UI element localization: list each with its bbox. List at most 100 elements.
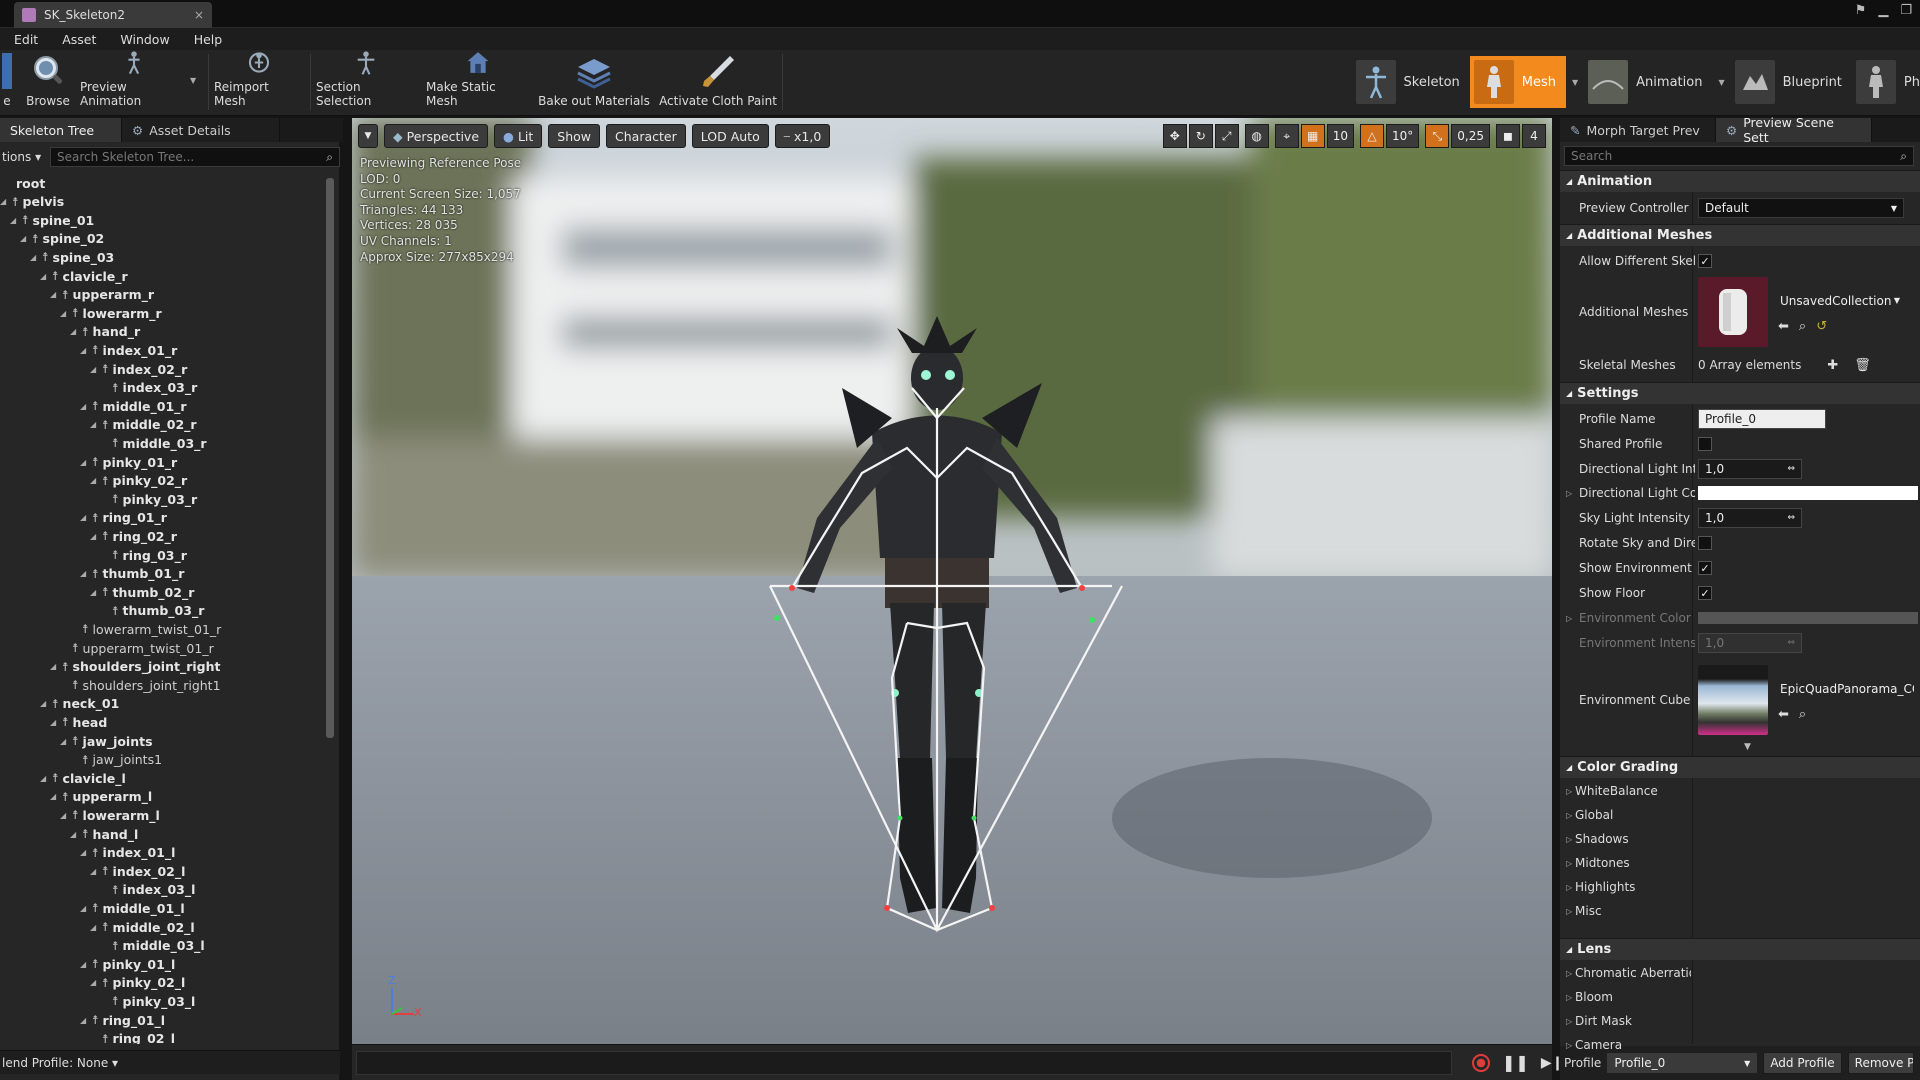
expand-arrow-icon[interactable]: ◢ [50, 290, 58, 299]
bake-out-materials-button[interactable]: Bake out Materials [538, 50, 650, 114]
bone-tree-item[interactable]: ☨ ring_02_l [90, 1030, 175, 1044]
record-icon[interactable] [1472, 1053, 1490, 1072]
bone-tree-item[interactable]: ☨ upperarm_twist_01_r [60, 639, 214, 657]
chevron-down-icon[interactable]: ▼ [190, 76, 196, 85]
bone-tree-item[interactable]: ☨ middle_03_l [100, 937, 205, 955]
cube-map-dropdown[interactable]: EpicQuadPanorama_CC+E [1774, 678, 1914, 699]
expand-arrow-icon[interactable]: ◢ [80, 346, 88, 355]
property-category-row[interactable]: ▷ Dirt Mask [1560, 1010, 1920, 1032]
use-selected-icon[interactable]: ⬅ [1778, 319, 1789, 334]
blend-profile-dropdown[interactable]: lend Profile: None ▾ [0, 1050, 340, 1074]
bone-tree-item[interactable]: ◢ ☨ index_01_l [80, 844, 175, 862]
expand-arrow-icon[interactable]: ◢ [70, 830, 78, 839]
expand-arrow-icon[interactable]: ◢ [90, 867, 98, 876]
preview-controller-dropdown[interactable]: Default ▼ [1698, 198, 1904, 218]
bone-tree-item[interactable]: ☨ middle_03_r [100, 434, 207, 452]
save-button[interactable]: e [0, 50, 14, 114]
skeleton-search-input[interactable]: Search Skeleton Tree... ⌕ [50, 147, 340, 167]
expand-arrow-icon[interactable]: ◢ [90, 532, 98, 541]
cube-map-thumbnail[interactable] [1698, 665, 1768, 735]
menu-window[interactable]: Window [120, 32, 169, 47]
expand-icon[interactable]: ▷ [1566, 489, 1572, 498]
expand-arrow-icon[interactable]: ◢ [30, 253, 38, 262]
menu-edit[interactable]: Edit [14, 32, 38, 47]
bone-tree-item[interactable]: ◢ ☨ shoulders_joint_right [50, 658, 221, 676]
preview-animation-button[interactable]: Preview Animation [80, 50, 188, 114]
tree-scrollbar[interactable] [326, 178, 334, 738]
rotate-icon[interactable]: ↻ [1188, 124, 1213, 148]
bone-tree-item[interactable]: ◢ ☨ middle_01_r [80, 397, 187, 415]
bone-tree-item[interactable]: ☨ pinky_03_r [100, 490, 197, 508]
chevron-down-icon[interactable]: ▼ [1712, 78, 1730, 87]
make-static-mesh-button[interactable]: Make Static Mesh [426, 50, 530, 114]
expand-arrow-icon[interactable]: ◢ [60, 811, 68, 820]
expand-arrow-icon[interactable]: ◢ [10, 216, 18, 225]
show-floor-checkbox[interactable]: ✓ [1698, 586, 1712, 600]
section-additional-meshes[interactable]: ◢ Additional Meshes [1560, 224, 1920, 246]
lit-button[interactable]: ● Lit [494, 124, 543, 148]
bone-tree-item[interactable]: ☨ index_03_l [100, 881, 195, 899]
property-category-row[interactable]: ▷ Shadows [1560, 828, 1920, 850]
show-environment-checkbox[interactable]: ✓ [1698, 561, 1712, 575]
use-selected-icon[interactable]: ⬅ [1778, 707, 1789, 722]
tab-preview-scene-settings[interactable]: ⚙ Preview Scene Sett [1716, 115, 1872, 145]
property-category-row[interactable]: ▷ WhiteBalance [1560, 780, 1920, 802]
bone-tree-item[interactable]: ◢ ☨ ring_01_l [80, 1011, 165, 1029]
pause-icon[interactable]: ❚❚ [1502, 1053, 1529, 1072]
expand-icon[interactable]: ▷ [1566, 969, 1572, 978]
expand-arrow-icon[interactable]: ◢ [80, 1016, 88, 1025]
activate-cloth-paint-button[interactable]: Activate Cloth Paint [658, 50, 778, 114]
allow-different-skeletons-checkbox[interactable]: ✓ [1698, 254, 1712, 268]
property-category-row[interactable]: ▷ Midtones [1560, 852, 1920, 874]
translate-icon[interactable]: ✥ [1162, 124, 1187, 148]
bone-tree-item[interactable]: ◢ ☨ clavicle_l [40, 769, 126, 787]
expand-icon[interactable]: ▷ [1566, 1017, 1572, 1026]
minimize-icon[interactable]: ▁ [1878, 3, 1888, 18]
bone-tree-item[interactable]: ☨ shoulders_joint_right1 [60, 676, 221, 694]
bone-tree-item[interactable]: ◢ ☨ lowerarm_l [60, 806, 160, 824]
bone-tree-item[interactable]: ◢ ☨ index_02_r [90, 360, 187, 378]
expand-icon[interactable]: ▷ [1566, 859, 1572, 868]
mode-physics[interactable]: Ph [1852, 56, 1920, 108]
timeline-track[interactable] [356, 1051, 1452, 1075]
scale-snap-icon[interactable]: ⤡ [1425, 124, 1450, 148]
directional-light-color-swatch[interactable] [1698, 486, 1918, 500]
expand-arrow-icon[interactable]: ◢ [90, 476, 98, 485]
rotate-sky-checkbox[interactable] [1698, 536, 1712, 550]
property-category-row[interactable]: ▷ Global [1560, 804, 1920, 826]
maximize-icon[interactable]: ❐ [1900, 3, 1912, 18]
bone-tree-item[interactable]: ◢ ☨ head [50, 713, 107, 731]
bone-tree-item[interactable]: ◢ ☨ ring_01_r [80, 509, 167, 527]
section-color-grading[interactable]: ◢ Color Grading [1560, 756, 1920, 778]
world-local-icon[interactable]: ◍ [1244, 124, 1269, 148]
expand-arrow-icon[interactable]: ◢ [60, 737, 68, 746]
viewport[interactable]: ▼ ◆ Perspective ● Lit Show Character LOD A… [352, 118, 1552, 1044]
bone-tree-item[interactable]: ◢ ☨ spine_02 [20, 230, 104, 248]
browse-icon[interactable]: ⌕ [1799, 707, 1806, 722]
character-button[interactable]: Character [606, 124, 686, 148]
bone-tree-item[interactable]: ☨ lowerarm_twist_01_r [70, 620, 221, 638]
property-category-row[interactable]: ▷ Misc [1560, 900, 1920, 922]
sky-light-intensity-field[interactable]: 1,0 ⇔ [1698, 508, 1802, 528]
rotation-snap-icon[interactable]: △ [1360, 124, 1384, 148]
expand-icon[interactable]: ▷ [1566, 993, 1572, 1002]
bone-tree-item[interactable]: root [0, 174, 45, 192]
expand-arrow-icon[interactable]: ◢ [90, 365, 98, 374]
expand-arrow-icon[interactable]: ◢ [20, 234, 28, 243]
bone-tree-item[interactable]: ◢ ☨ hand_l [70, 825, 138, 843]
menu-help[interactable]: Help [194, 32, 223, 47]
camera-speed-value[interactable]: 4 [1522, 124, 1546, 148]
mode-mesh[interactable]: Mesh [1469, 56, 1566, 108]
tab-asset-details[interactable]: ⚙ Asset Details [122, 118, 280, 142]
bone-tree-item[interactable]: ◢ ☨ hand_r [70, 323, 140, 341]
section-selection-button[interactable]: Section Selection [316, 50, 416, 114]
profile-name-field[interactable]: Profile_0 [1698, 409, 1826, 429]
expand-arrow-icon[interactable]: ◢ [40, 272, 48, 281]
bone-tree-item[interactable]: ◢ ☨ jaw_joints [60, 732, 153, 750]
bone-tree-item[interactable]: ◢ ☨ upperarm_r [50, 286, 154, 304]
bone-tree-item[interactable]: ◢ ☨ spine_01 [10, 211, 94, 229]
reimport-mesh-button[interactable]: Reimport Mesh [214, 50, 304, 114]
bone-tree-item[interactable]: ◢ ☨ spine_03 [30, 248, 114, 266]
perspective-button[interactable]: ◆ Perspective [384, 124, 489, 148]
surface-snap-icon[interactable]: ⌖ [1274, 124, 1299, 148]
